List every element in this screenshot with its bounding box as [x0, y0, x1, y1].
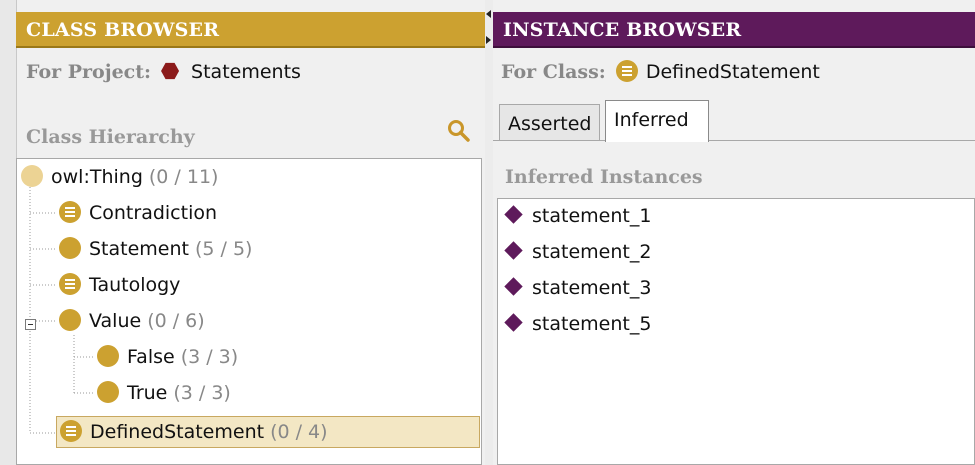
instance-item[interactable]: statement_1	[504, 201, 651, 231]
node-count: (0 / 6)	[147, 310, 205, 332]
tree-node-value[interactable]: Value (0 / 6)	[59, 307, 205, 335]
node-label: Value	[89, 310, 142, 332]
tree-node-defined-statement[interactable]: DefinedStatement (0 / 4)	[56, 416, 480, 448]
node-label: True	[127, 382, 168, 404]
defined-class-icon	[615, 60, 638, 82]
node-label: Statement	[89, 238, 189, 260]
tree-node-true[interactable]: True (3 / 3)	[97, 379, 231, 407]
node-count: (0 / 11)	[148, 166, 219, 188]
instance-label: statement_5	[532, 313, 652, 335]
instance-label: statement_1	[532, 205, 652, 227]
instance-label: statement_3	[532, 277, 652, 299]
instance-browser-pane: INSTANCE BROWSER For Class: DefinedStatem…	[493, 0, 975, 465]
primitive-class-icon	[97, 345, 119, 367]
primitive-class-icon	[59, 309, 81, 331]
selected-class-name: DefinedStatement	[645, 61, 820, 83]
node-count: (3 / 3)	[180, 346, 239, 368]
node-label: owl:Thing	[51, 166, 143, 188]
instance-list[interactable]: statement_1 statement_2 statement_3 stat…	[497, 198, 975, 465]
instance-label: statement_2	[532, 241, 652, 263]
for-project-label: For Project:	[26, 61, 152, 83]
for-project-row: For Project: Statements	[26, 58, 301, 86]
instance-item[interactable]: statement_3	[504, 273, 651, 303]
instance-diamond-icon	[504, 205, 523, 224]
project-name: Statements	[191, 61, 301, 83]
defined-class-icon	[59, 201, 81, 223]
instance-item[interactable]: statement_2	[504, 237, 651, 267]
for-class-label: For Class:	[501, 61, 606, 83]
node-label: Contradiction	[89, 202, 218, 224]
node-label: False	[127, 346, 175, 368]
tree-node-contradiction[interactable]: Contradiction	[59, 199, 217, 227]
instance-diamond-icon	[504, 241, 523, 260]
project-hexagon-icon	[161, 62, 180, 80]
tree-node-statement[interactable]: Statement (5 / 5)	[59, 235, 252, 263]
node-count: (5 / 5)	[194, 238, 253, 260]
instance-diamond-icon	[504, 313, 523, 332]
tab-inferred[interactable]: Inferred	[605, 100, 709, 142]
defined-class-icon	[60, 420, 82, 442]
class-hierarchy-title: Class Hierarchy	[26, 126, 195, 148]
tree-node-owl-thing[interactable]: owl:Thing (0 / 11)	[21, 163, 218, 191]
node-count: (0 / 4)	[270, 421, 328, 443]
left-edge	[0, 0, 17, 465]
collapse-right-arrow-icon[interactable]	[486, 36, 491, 44]
tree-node-false[interactable]: False (3 / 3)	[97, 343, 238, 371]
instance-browser-header: INSTANCE BROWSER	[493, 12, 975, 48]
pane-splitter[interactable]	[485, 0, 493, 465]
primitive-class-icon	[59, 237, 81, 259]
primitive-class-icon	[97, 381, 119, 403]
tree-node-tautology[interactable]: Tautology	[59, 271, 180, 299]
find-class-icon[interactable]	[446, 118, 472, 144]
class-browser-header: CLASS BROWSER	[16, 12, 485, 48]
node-label: DefinedStatement	[90, 421, 265, 443]
class-tree[interactable]: owl:Thing (0 / 11) Contradiction Statemen…	[16, 158, 482, 465]
instance-item[interactable]: statement_5	[504, 309, 651, 339]
primitive-class-icon	[21, 165, 43, 187]
value-collapse-toggle[interactable]	[25, 319, 36, 330]
class-browser-pane: CLASS BROWSER For Project: Statements Cla…	[0, 0, 485, 465]
node-count: (3 / 3)	[173, 382, 231, 404]
for-class-row: For Class: DefinedStatement	[501, 58, 820, 86]
inferred-instances-title: Inferred Instances	[505, 166, 703, 188]
instance-diamond-icon	[504, 277, 523, 296]
node-label: Tautology	[89, 274, 181, 296]
defined-class-icon	[59, 273, 81, 295]
tab-asserted[interactable]: Asserted	[499, 104, 600, 140]
collapse-left-arrow-icon[interactable]	[486, 10, 491, 18]
